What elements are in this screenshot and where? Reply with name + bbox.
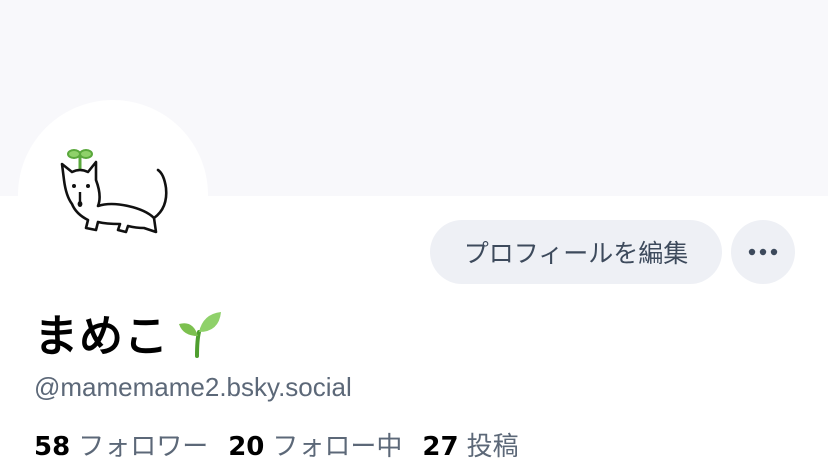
edit-profile-button[interactable]: プロフィールを編集 [430, 220, 722, 284]
following-count: 20 [228, 432, 265, 462]
followers-count: 58 [34, 432, 71, 462]
posts-count: 27 [422, 432, 459, 462]
posts-stat: 27 投稿 [422, 426, 518, 463]
profile-stats: 58 フォロワー 20 フォロー中 27 投稿 [34, 426, 539, 463]
user-handle: @mamemame2.bsky.social [34, 372, 352, 402]
cat-avatar-illustration [60, 149, 168, 234]
following-stat[interactable]: 20 フォロー中 [228, 426, 402, 463]
posts-label: 投稿 [466, 432, 519, 462]
followers-stat[interactable]: 58 フォロワー [34, 426, 208, 463]
display-name-text: まめこ [34, 311, 169, 362]
following-label: フォロー中 [272, 432, 403, 462]
ellipsis-icon [748, 248, 778, 256]
seedling-icon [179, 312, 221, 358]
display-name: まめこ [34, 302, 225, 362]
followers-label: フォロワー [78, 432, 209, 462]
avatar[interactable] [18, 100, 208, 290]
profile-page: プロフィールを編集 まめこ @mamemame2.bsky.social 58 … [0, 0, 828, 474]
more-options-button[interactable] [731, 220, 795, 284]
